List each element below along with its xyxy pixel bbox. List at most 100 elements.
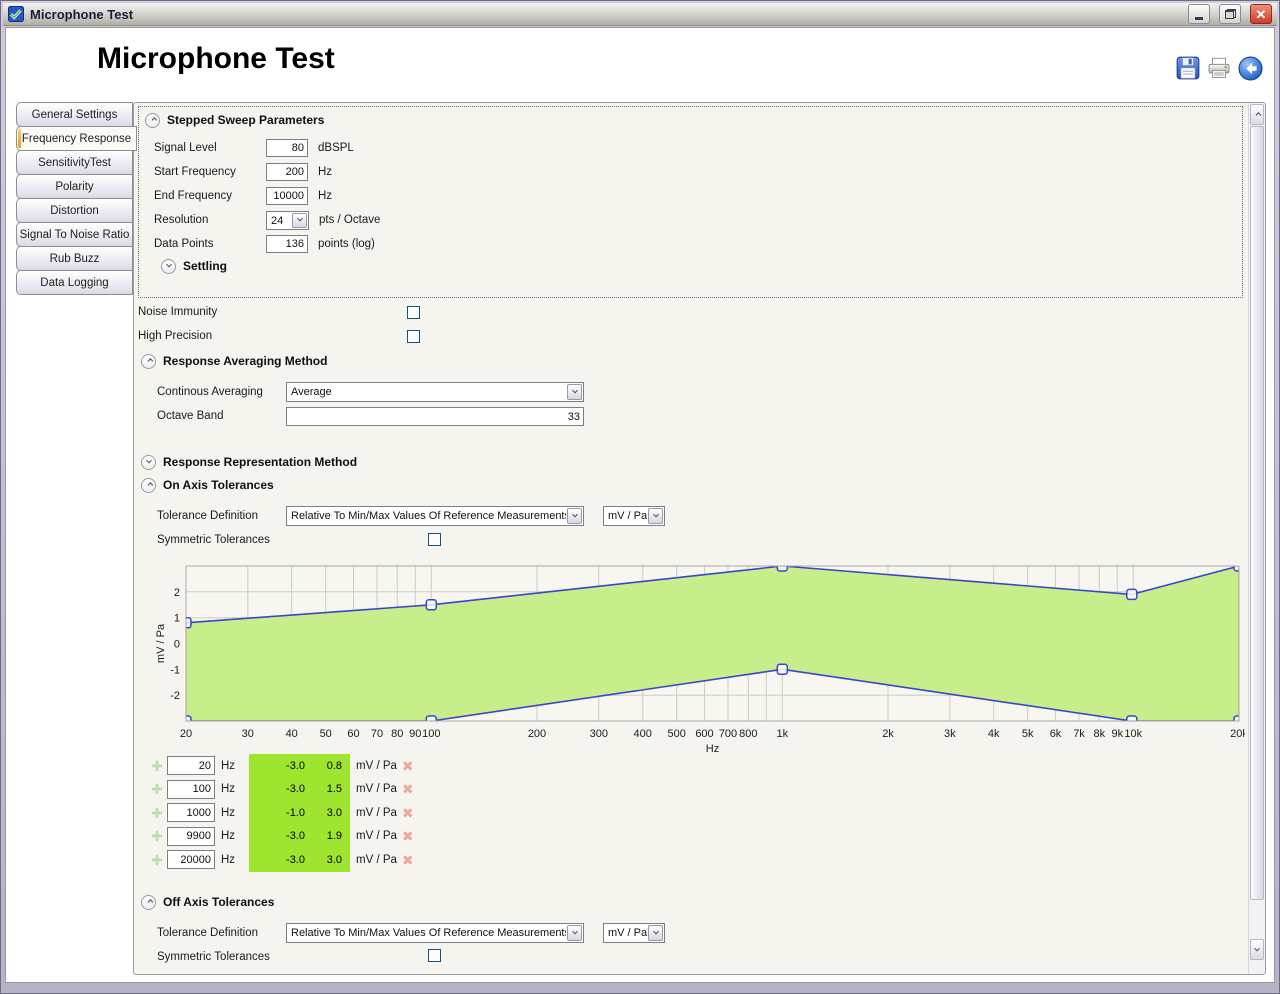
tolerance-values-cell: -1.03.0	[249, 801, 350, 825]
combo-button[interactable]	[648, 508, 663, 524]
delete-row-icon[interactable]: ✖	[402, 829, 414, 843]
combo-button[interactable]	[567, 925, 582, 941]
combo-button[interactable]	[567, 508, 582, 524]
scrollbar-up-button[interactable]	[1250, 104, 1264, 125]
collapse-toggle[interactable]	[141, 354, 156, 369]
symmetric-tolerances-label: Symmetric Tolerances	[157, 951, 270, 963]
combo-button[interactable]	[567, 384, 582, 400]
tolerance-chart[interactable]: 2030405060708090100200300400500600700800…	[153, 559, 1245, 755]
svg-text:80: 80	[391, 728, 403, 740]
sidebar-tab-rub-buzz[interactable]: Rub Buzz	[16, 246, 133, 271]
back-icon	[1237, 55, 1264, 82]
collapse-toggle[interactable]	[145, 113, 160, 128]
tab-label: Distortion	[50, 205, 99, 217]
delete-row-icon[interactable]: ✖	[402, 759, 414, 773]
chevron-down-icon	[572, 388, 578, 394]
data-points-input[interactable]	[266, 235, 308, 253]
frequency-input[interactable]	[167, 850, 215, 869]
sidebar-tab-signal-to-noise-ratio[interactable]: Signal To Noise Ratio	[16, 222, 133, 247]
minimize-button[interactable]	[1188, 4, 1210, 24]
noise-immunity-checkbox[interactable]	[407, 306, 420, 319]
scrollbar-down-button[interactable]	[1250, 939, 1264, 960]
value-unit-label: mV / Pa	[350, 760, 397, 772]
sidebar-tab-frequency-response[interactable]: Frequency Response	[16, 126, 137, 151]
maximize-button[interactable]	[1219, 4, 1241, 24]
collapse-toggle[interactable]	[141, 895, 156, 910]
app-icon[interactable]	[8, 6, 24, 22]
noise-immunity-label: Noise Immunity	[138, 306, 217, 318]
svg-text:5k: 5k	[1022, 728, 1034, 740]
collapse-toggle[interactable]	[141, 478, 156, 493]
title-bar: Microphone Test ✕	[3, 3, 1277, 26]
sidebar-tabs: General SettingsFrequency ResponseSensit…	[16, 102, 133, 295]
value-unit-label: mV / Pa	[350, 807, 397, 819]
window-body: Microphone Test	[5, 27, 1275, 983]
end-frequency-input[interactable]	[266, 187, 308, 205]
scrollbar-thumb[interactable]	[1250, 126, 1264, 900]
add-row-icon[interactable]: ✚	[149, 759, 165, 773]
chevron-down-icon	[572, 929, 578, 935]
field-row: Data Pointspoints (log)	[154, 233, 375, 255]
minimize-icon	[1195, 17, 1203, 20]
restore-icon	[1225, 9, 1236, 19]
octave-band-input[interactable]	[286, 407, 584, 426]
continuous-averaging-combo[interactable]: Average	[286, 382, 584, 402]
symmetric-tolerances-label: Symmetric Tolerances	[157, 534, 270, 546]
tolerance-unit-combo[interactable]: mV / Pa	[603, 506, 665, 526]
sidebar-tab-sensitivitytest[interactable]: SensitivityTest	[16, 150, 133, 175]
scrollbar[interactable]	[1248, 103, 1265, 974]
tolerance-values-cell: -3.01.9	[249, 825, 350, 849]
close-button[interactable]: ✕	[1250, 4, 1272, 24]
add-row-icon[interactable]: ✚	[149, 806, 165, 820]
add-row-icon[interactable]: ✚	[149, 829, 165, 843]
off-axis-symmetric-tolerances-checkbox[interactable]	[428, 949, 441, 962]
delete-row-icon[interactable]: ✖	[402, 806, 414, 820]
page-title: Microphone Test	[97, 42, 335, 76]
continuous-averaging-label: Continous Averaging	[157, 386, 263, 398]
sidebar-tab-distortion[interactable]: Distortion	[16, 198, 133, 223]
off-axis-tolerance-unit-combo[interactable]: mV / Pa	[603, 923, 665, 943]
save-button[interactable]	[1174, 54, 1202, 82]
svg-text:400: 400	[634, 728, 652, 740]
frequency-input[interactable]	[167, 827, 215, 846]
back-button[interactable]	[1236, 54, 1264, 82]
start-frequency-input[interactable]	[266, 163, 308, 181]
chevron-up-icon	[147, 482, 153, 488]
frequency-input[interactable]	[167, 803, 215, 822]
response-representation-header: Response Representation Method	[141, 454, 357, 470]
tab-label: SensitivityTest	[38, 157, 111, 169]
frequency-input[interactable]	[167, 756, 215, 775]
add-row-icon[interactable]: ✚	[149, 853, 165, 867]
svg-text:800: 800	[739, 728, 757, 740]
combo-button[interactable]	[292, 213, 307, 228]
svg-text:200: 200	[528, 728, 546, 740]
chevron-down-icon	[166, 262, 172, 268]
delete-row-icon[interactable]: ✖	[402, 853, 414, 867]
delete-row-icon[interactable]: ✖	[402, 782, 414, 796]
print-icon	[1206, 55, 1232, 81]
sidebar-tab-data-logging[interactable]: Data Logging	[16, 270, 133, 295]
expand-toggle[interactable]	[141, 455, 156, 470]
sidebar-tab-general-settings[interactable]: General Settings	[16, 102, 133, 127]
add-row-icon[interactable]: ✚	[149, 782, 165, 796]
combo-value: mV / Pa	[604, 924, 647, 942]
frequency-input[interactable]	[167, 780, 215, 799]
svg-text:Hz: Hz	[706, 743, 719, 755]
tab-label: Signal To Noise Ratio	[20, 229, 130, 241]
resolution-combo[interactable]: 24	[266, 211, 309, 230]
tolerance-definition-combo[interactable]: Relative To Min/Max Values Of Reference …	[286, 506, 584, 526]
field-unit: points (log)	[318, 238, 375, 250]
off-axis-tolerance-definition-combo[interactable]: Relative To Min/Max Values Of Reference …	[286, 923, 584, 943]
symmetric-tolerances-checkbox[interactable]	[428, 533, 441, 546]
svg-text:mV / Pa: mV / Pa	[155, 623, 167, 663]
app-window: Microphone Test ✕ Microphone Test	[0, 0, 1280, 994]
print-button[interactable]	[1205, 54, 1233, 82]
combo-button[interactable]	[648, 925, 663, 941]
signal-level-input[interactable]	[266, 139, 308, 157]
svg-text:0: 0	[174, 639, 180, 651]
sidebar-tab-polarity[interactable]: Polarity	[16, 174, 133, 199]
high-precision-checkbox[interactable]	[407, 330, 420, 343]
svg-text:9k: 9k	[1111, 728, 1123, 740]
window-title: Microphone Test	[30, 7, 1179, 22]
expand-toggle[interactable]	[161, 259, 176, 274]
